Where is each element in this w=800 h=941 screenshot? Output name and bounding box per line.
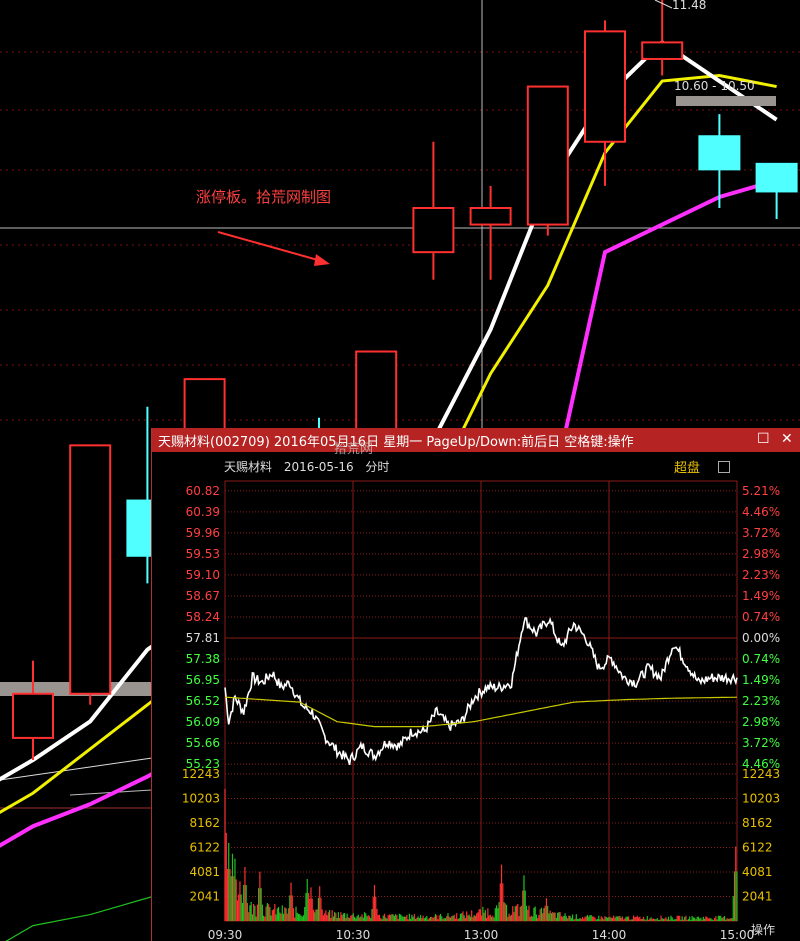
vol-tick-label: 8162: [742, 816, 773, 830]
price-tick-label: 57.81: [186, 631, 220, 645]
vol-tick-label: 4081: [189, 865, 220, 879]
price-range-label: 10.60 - 10.50: [674, 79, 755, 93]
vol-tick-label: 8162: [189, 816, 220, 830]
candle-body: [69, 444, 112, 695]
vol-tick-label: 12243: [182, 767, 220, 781]
intraday-chart: 60.82 5.21% 60.39 4.46% 59.96 3.72% 59.53 2.98%…: [182, 480, 780, 941]
vol-tick-label: 2041: [742, 889, 773, 903]
pct-tick-label: 1.49%: [742, 589, 780, 603]
price-tick-label: 58.24: [186, 610, 220, 624]
pct-tick-label: 0.00%: [742, 631, 780, 645]
time-tick-label: 13:00: [464, 928, 499, 941]
price-tick-label: 56.09: [186, 715, 220, 729]
pct-tick-label: 2.23%: [742, 694, 780, 708]
price-range-bar: [676, 96, 776, 106]
time-tick-label: 14:00: [592, 928, 627, 941]
pct-tick-label: 5.21%: [742, 484, 780, 498]
intraday-popup-window[interactable]: 天赐材料(002709) 2016年05月16日 星期一 PageUp/Down…: [151, 428, 800, 941]
time-tick-label: 15:00: [720, 928, 755, 941]
candle-body: [12, 692, 54, 739]
vol-tick-label: 6122: [742, 840, 773, 854]
vol-tick-label: 12243: [742, 767, 780, 781]
time-tick-label: 10:30: [336, 928, 371, 941]
pct-tick-label: 3.72%: [742, 736, 780, 750]
candle-body: [698, 135, 741, 171]
candle-body: [584, 30, 626, 143]
time-tick-label: 09:30: [208, 928, 243, 941]
price-high-label: 11.48: [672, 0, 707, 12]
price-tick-label: 56.95: [186, 673, 220, 687]
candle-body: [755, 162, 798, 193]
pct-tick-label: 4.46%: [742, 505, 780, 519]
vol-tick-label: 2041: [189, 889, 220, 903]
operate-button[interactable]: 操作: [751, 921, 775, 938]
price-tick-label: 60.82: [186, 484, 220, 498]
pct-tick-label: 2.23%: [742, 568, 780, 582]
candle-body: [641, 41, 684, 60]
vol-tick-label: 6122: [189, 840, 220, 854]
high-marker: [654, 0, 673, 9]
candle-body: [469, 207, 512, 226]
price-tick-label: 57.38: [186, 652, 220, 666]
vol-tick-label: 4081: [742, 865, 773, 879]
candle-body: [526, 85, 569, 226]
vol-tick-label: 10203: [182, 791, 220, 805]
price-tick-label: 56.52: [186, 694, 220, 708]
annotation-arrow: [217, 231, 326, 263]
pct-tick-label: 0.74%: [742, 652, 780, 666]
pct-tick-label: 2.98%: [742, 715, 780, 729]
annotation-arrow-head: [314, 254, 330, 266]
price-tick-label: 59.96: [186, 526, 220, 540]
price-tick-label: 55.66: [186, 736, 220, 750]
price-tick-label: 59.10: [186, 568, 220, 582]
candle-body: [412, 207, 455, 254]
pct-tick-label: 1.49%: [742, 673, 780, 687]
chart-annotation: 涨停板。拾荒网制图: [196, 188, 332, 206]
pct-tick-label: 0.74%: [742, 610, 780, 624]
price-tick-label: 60.39: [186, 505, 220, 519]
pct-tick-label: 2.98%: [742, 547, 780, 561]
price-tick-label: 59.53: [186, 547, 220, 561]
vol-tick-label: 10203: [742, 791, 780, 805]
pct-tick-label: 3.72%: [742, 526, 780, 540]
price-tick-label: 58.67: [186, 589, 220, 603]
